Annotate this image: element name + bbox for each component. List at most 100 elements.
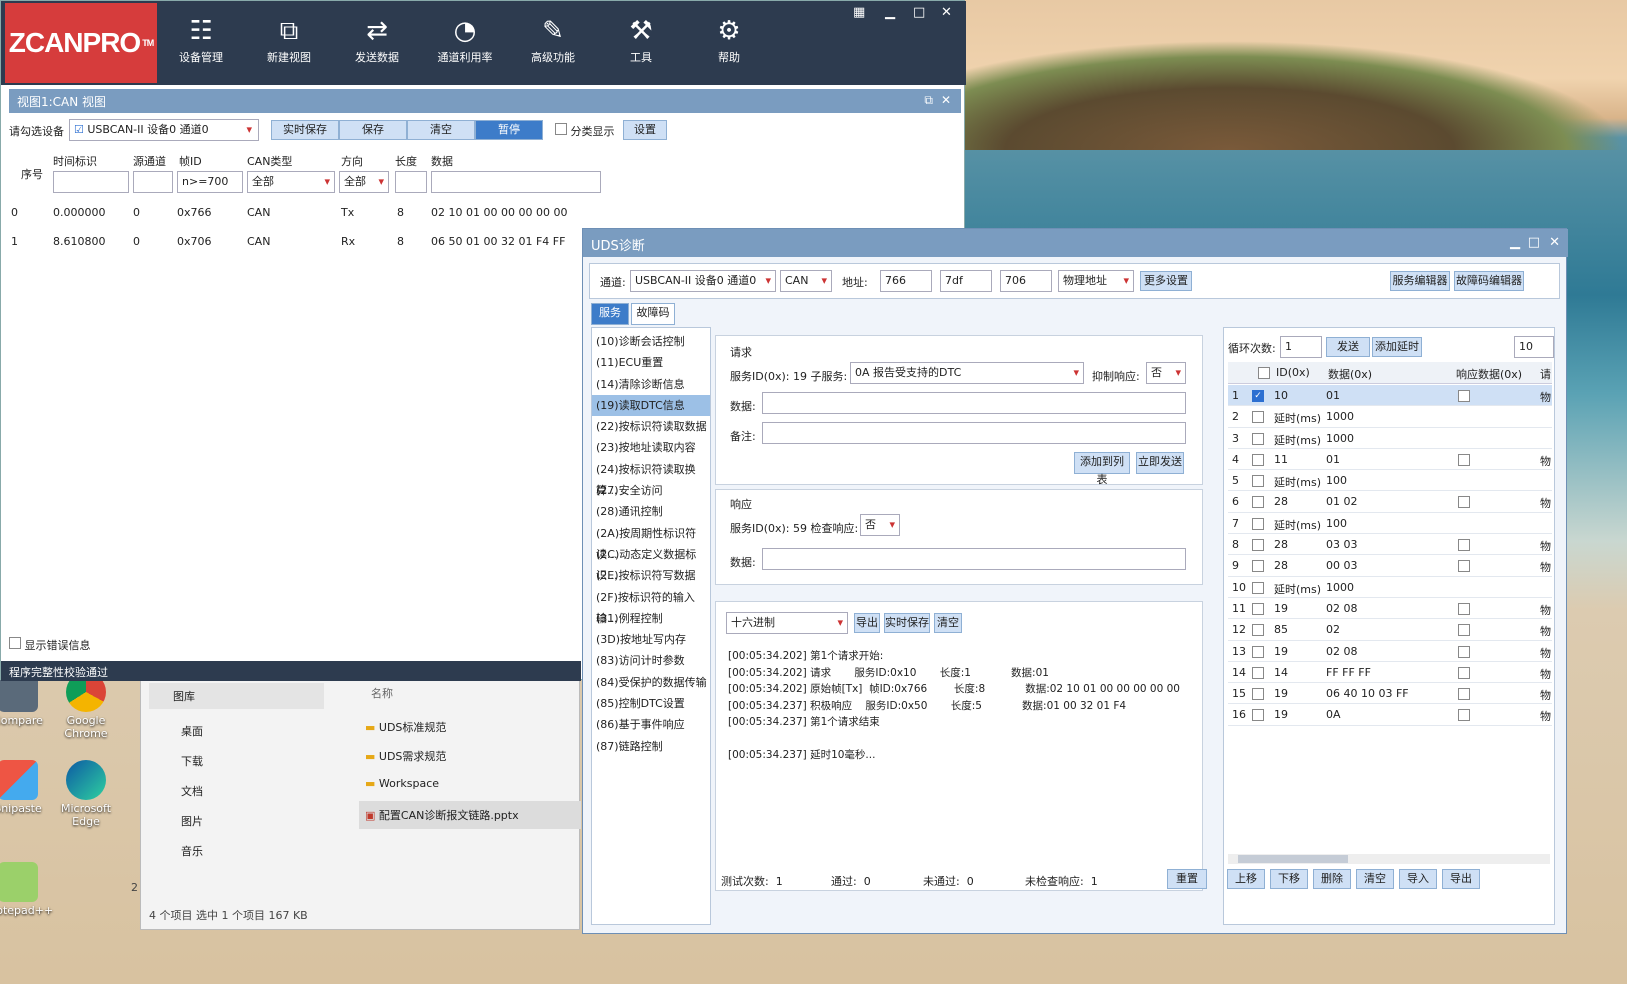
row-checkbox[interactable] (1252, 539, 1264, 552)
table-row[interactable]: 3 延时(ms) 1000 (1228, 428, 1552, 449)
service-item[interactable]: (11)ECU重置 (592, 352, 710, 373)
row-checkbox[interactable] (1252, 517, 1264, 530)
row-checkbox[interactable] (1252, 645, 1264, 658)
table-row[interactable]: 15 19 06 40 10 03 FF 物 (1228, 683, 1552, 705)
response-checkbox[interactable] (1458, 602, 1470, 615)
log-format-select[interactable]: 十六进制 ▾ (726, 612, 848, 634)
row-checkbox[interactable] (1252, 496, 1264, 509)
toolbar-send-data[interactable]: ⇄ 发送数据 (333, 1, 421, 85)
service-item[interactable]: (31)例程控制 (592, 608, 710, 629)
row-checkbox[interactable] (1252, 560, 1264, 573)
row-checkbox[interactable] (1252, 624, 1264, 637)
nav-item-downloads[interactable]: 下载 (181, 753, 203, 769)
service-item[interactable]: (84)受保护的数据传输 (592, 672, 710, 693)
table-row[interactable]: 11 19 02 08 物 (1228, 598, 1552, 620)
export-button[interactable]: 导出 (1442, 869, 1480, 889)
response-checkbox[interactable] (1458, 390, 1470, 402)
classify-checkbox[interactable]: 分类显示 (555, 123, 615, 139)
select-all-checkbox[interactable] (1258, 367, 1270, 379)
tab-services[interactable]: 服务 (591, 303, 629, 325)
log-realtime-button[interactable]: 实时保存 (884, 613, 930, 633)
send-now-button[interactable]: 立即发送 (1136, 452, 1184, 474)
count-input[interactable]: 10 (1514, 336, 1554, 358)
toolbar-advanced[interactable]: ✎ 高级功能 (509, 1, 597, 85)
pause-button[interactable]: 暂停 (475, 120, 543, 140)
import-button[interactable]: 导入 (1399, 869, 1437, 889)
service-item[interactable]: (87)链路控制 (592, 736, 710, 757)
toolbar-new-view[interactable]: ⧉ 新建视图 (245, 1, 333, 85)
file-item-2[interactable]: ▬ Workspace (365, 777, 439, 790)
clear-button[interactable]: 清空 (407, 120, 475, 140)
add-delay-button[interactable]: 添加延时 (1372, 337, 1422, 357)
service-item[interactable]: (24)按标识符读取换算... (592, 459, 710, 497)
response-checkbox[interactable] (1458, 496, 1470, 509)
response-checkbox[interactable] (1458, 453, 1470, 466)
table-row[interactable]: 16 19 0A 物 (1228, 704, 1552, 726)
minimize-icon[interactable]: ▁ (885, 5, 895, 20)
service-item[interactable]: (2E)按标识符写数据 (592, 565, 710, 586)
suppress-select[interactable]: 否 ▾ (1146, 362, 1186, 384)
table-row[interactable]: 5 延时(ms) 100 (1228, 470, 1552, 492)
response-checkbox[interactable] (1458, 688, 1470, 701)
response-checkbox[interactable] (1458, 560, 1470, 573)
table-row[interactable]: 2 延时(ms) 1000 (1228, 406, 1552, 428)
maximize-icon[interactable]: □ (913, 5, 925, 20)
table-row[interactable]: 7 延时(ms) 100 (1228, 513, 1552, 535)
req-note-input[interactable] (762, 422, 1186, 444)
toolbar-tools[interactable]: ⚒ 工具 (597, 1, 685, 85)
filter-can-type[interactable]: 全部 ▾ (247, 171, 335, 193)
desktop-icon-notepadpp[interactable]: Notepad++ (0, 862, 53, 917)
filter-length[interactable] (395, 171, 427, 193)
response-checkbox[interactable] (1458, 709, 1470, 722)
row-checkbox[interactable] (1252, 602, 1264, 615)
row-checkbox[interactable] (1252, 688, 1264, 701)
nav-item-pictures[interactable]: 图片 (181, 813, 203, 829)
filter-channel[interactable] (133, 171, 173, 193)
row-checkbox[interactable] (1252, 709, 1264, 722)
response-checkbox[interactable] (1458, 645, 1470, 658)
service-item[interactable]: (3D)按地址写内存 (592, 629, 710, 650)
row-checkbox[interactable] (1252, 666, 1264, 679)
service-item[interactable]: (28)通讯控制 (592, 501, 710, 522)
filter-frame-id[interactable]: n>=700 (177, 171, 243, 193)
service-editor-button[interactable]: 服务编辑器 (1390, 271, 1450, 291)
tab-dtc[interactable]: 故障码 (631, 303, 675, 325)
service-item[interactable]: (10)诊断会话控制 (592, 331, 710, 352)
table-row[interactable]: 13 19 02 08 物 (1228, 641, 1552, 662)
move-up-button[interactable]: 上移 (1227, 869, 1265, 889)
resp-data-input[interactable] (762, 548, 1186, 570)
service-item[interactable]: (2A)按周期性标识符读... (592, 523, 710, 561)
table-row[interactable]: 1 ✓ 10 01 物 (1228, 385, 1552, 407)
horizontal-scrollbar[interactable] (1228, 854, 1550, 864)
move-down-button[interactable]: 下移 (1270, 869, 1308, 889)
service-item[interactable]: (22)按标识符读取数据 (592, 416, 710, 437)
filter-timestamp[interactable] (53, 171, 129, 193)
reset-button[interactable]: 重置 (1167, 869, 1207, 889)
add-to-list-button[interactable]: 添加到列表 (1074, 452, 1130, 486)
realtime-save-button[interactable]: 实时保存 (271, 120, 339, 140)
response-checkbox[interactable] (1458, 624, 1470, 637)
nav-item-documents[interactable]: 文档 (181, 783, 203, 799)
toolbar-help[interactable]: ⚙ 帮助 (685, 1, 773, 85)
response-checkbox[interactable] (1458, 666, 1470, 679)
service-item[interactable]: (2F)按标识符的输入输... (592, 587, 710, 625)
nav-item-music[interactable]: 音乐 (181, 843, 203, 859)
filter-direction[interactable]: 全部 ▾ (339, 171, 389, 193)
table-row[interactable]: 10 延时(ms) 1000 (1228, 577, 1552, 598)
sequence-send-button[interactable]: 发送 (1326, 337, 1370, 357)
service-item[interactable]: (2C)动态定义数据标识... (592, 544, 710, 582)
restore-icon[interactable]: ⧉ (924, 93, 933, 108)
addr-request-input[interactable]: 766 (880, 270, 932, 292)
clear-list-button[interactable]: 清空 (1356, 869, 1394, 889)
toolbar-channel-usage[interactable]: ◔ 通道利用率 (421, 1, 509, 85)
row-checkbox[interactable] (1252, 581, 1264, 594)
service-item[interactable]: (23)按地址读取内容 (592, 437, 710, 458)
file-item-3[interactable]: ▣ 配置CAN诊断报文链路.pptx (359, 801, 581, 829)
table-row[interactable]: 9 28 00 03 物 (1228, 555, 1552, 577)
addr-response-input[interactable]: 706 (1000, 270, 1052, 292)
file-item-0[interactable]: ▬ UDS标准规范 (365, 719, 446, 735)
row-checkbox[interactable] (1252, 411, 1264, 424)
row-checkbox[interactable] (1252, 475, 1264, 488)
minimize-icon[interactable]: ▁ (1510, 235, 1520, 250)
channel-select[interactable]: USBCAN-II 设备0 通道0 ▾ (630, 270, 776, 292)
